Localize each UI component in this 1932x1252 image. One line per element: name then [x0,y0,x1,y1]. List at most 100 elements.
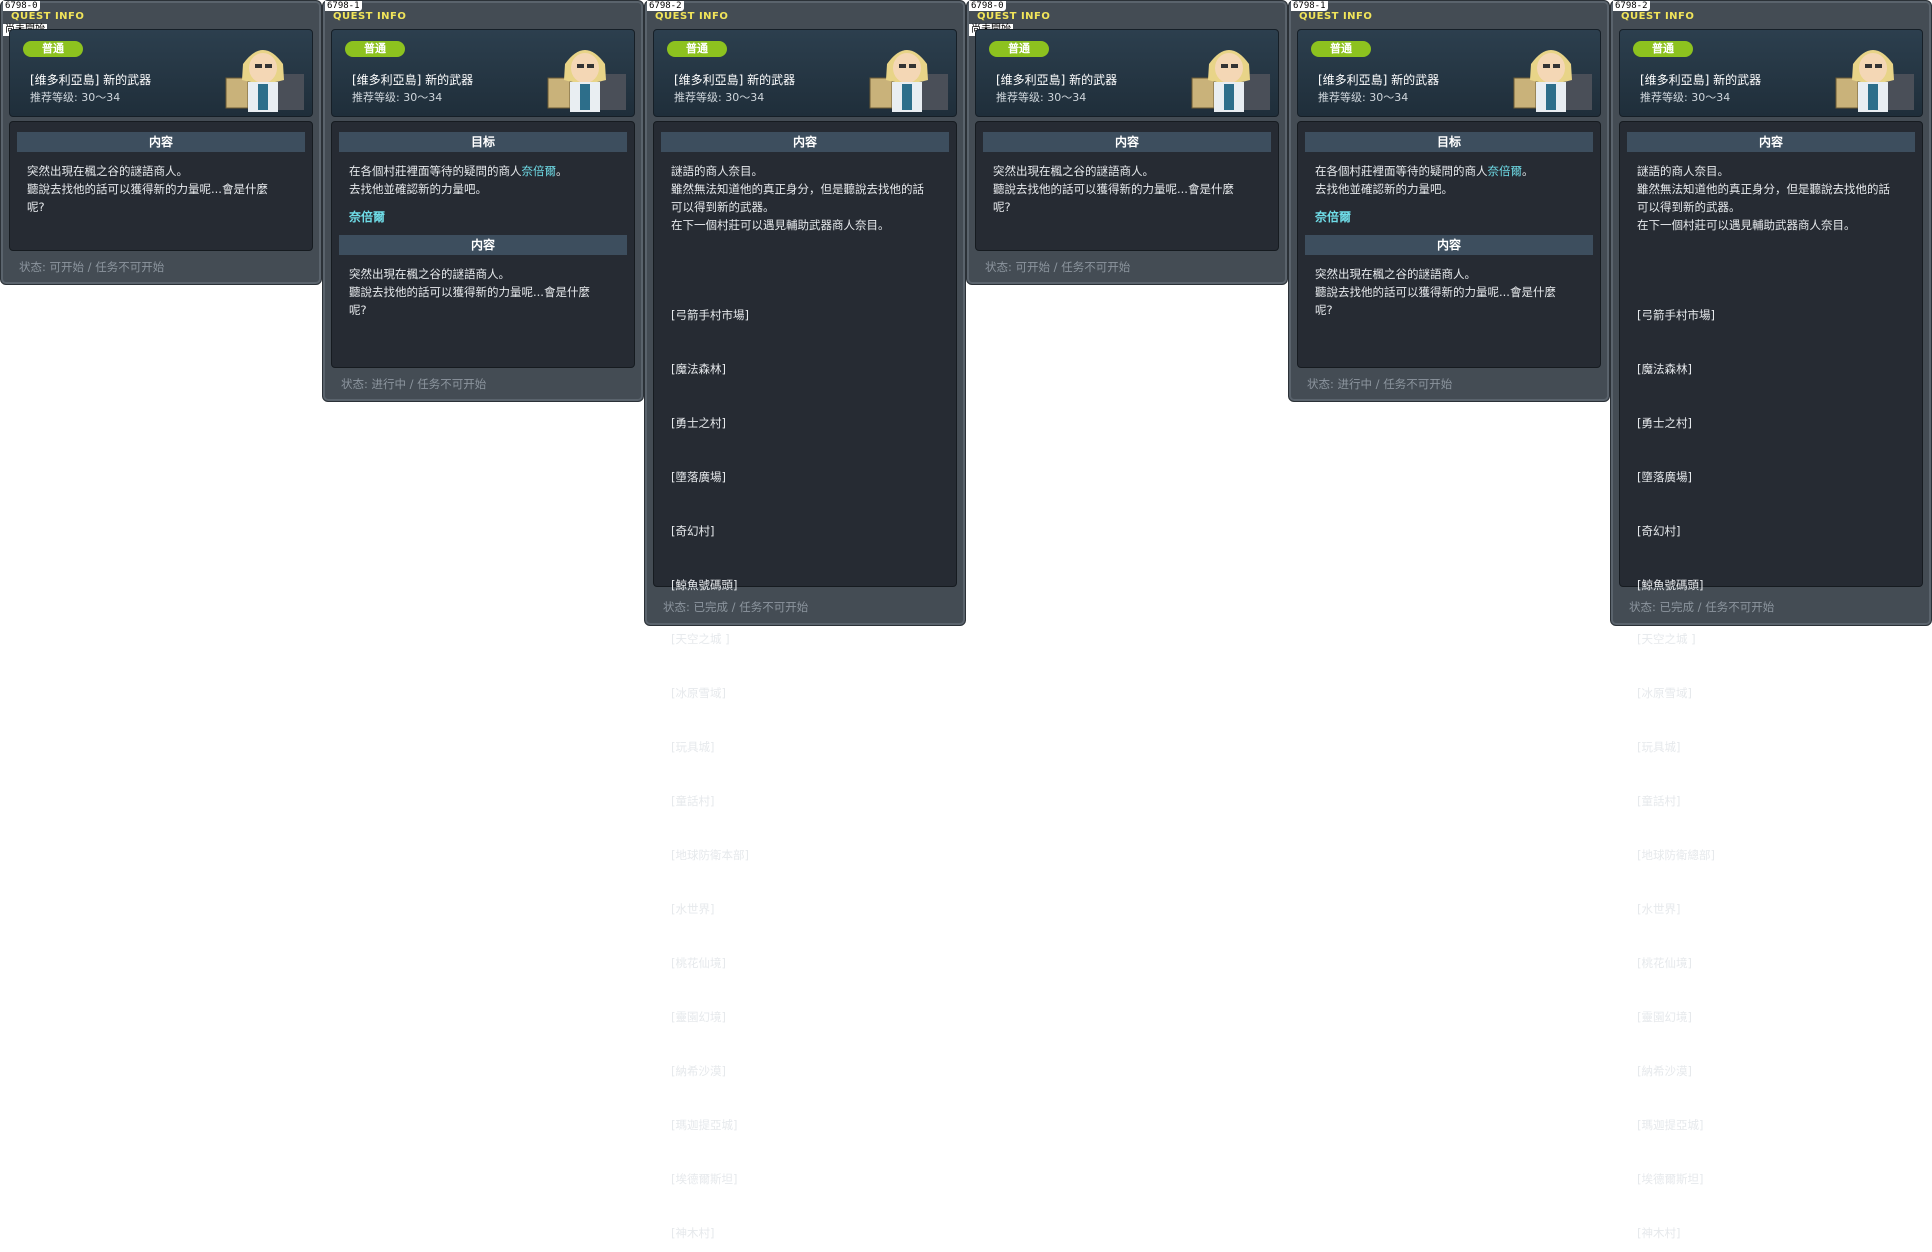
quest-body: 内容 突然出現在楓之谷的謎語商人。 聽說去找他的話可以獲得新的力量呢...會是什… [975,121,1279,251]
section-header-content: 内容 [1305,235,1593,255]
town-item: [鯨魚號碼頭] [671,578,738,592]
town-item: [弓箭手村市場] [671,308,749,322]
difficulty-badge: 普通 [1633,41,1693,57]
npc-link[interactable]: 奈倍爾 [522,164,557,178]
section-header-content: 内容 [1627,132,1915,152]
quest-description: 突然出現在楓之谷的謎語商人。 聽說去找他的話可以獲得新的力量呢...會是什麼 呢… [993,164,1234,214]
quest-id: 6798-2 [647,1,684,11]
panel-title: QUEST INFO [333,11,407,22]
npc-link[interactable]: 奈倍爾 [1488,164,1523,178]
goal-text: 在各個村莊裡面等待的疑問的商人 [349,164,522,178]
town-item: [勇士之村] [671,416,726,430]
recommended-level: 推荐等级: 30～34 [1318,91,1409,104]
difficulty-badge: 普通 [989,41,1049,57]
quest-name: [维多利亞島] 新的武器 [674,73,796,87]
section-header-content: 内容 [661,132,949,152]
town-item: [冰原雪域] [1637,686,1692,700]
quest-info-panel: 6798-2 QUEST INFO 普通 [维多利亞島] 新的武器 推荐等级: … [1610,0,1932,1240]
npc-portrait-icon [225,50,304,112]
difficulty-badge: 普通 [23,41,83,57]
difficulty-badge: 普通 [1311,41,1371,57]
quest-header: 普通 [维多利亞島] 新的武器 推荐等级: 30～34 [975,29,1279,117]
town-item: [靈園幻境] [1637,1010,1692,1024]
town-item: [納希沙漠] [671,1064,726,1078]
quest-name: [维多利亞島] 新的武器 [996,73,1118,87]
town-list: [弓箭手村市場] [魔法森林] [勇士之村] [墮落廣場] [奇幻村] [鯨魚號… [654,234,956,1252]
recommended-level: 推荐等级: 30～34 [30,91,121,104]
quest-status: 状态: 进行中 / 任务不可开始 [341,377,487,391]
town-item: [地球防衛本部] [671,848,749,862]
quest-description: 謎語的商人奈目。 雖然無法知道他的真正身分，但是聽說去找他的話 可以得到新的武器… [1637,164,1890,232]
quest-header: 普通 [维多利亞島] 新的武器 推荐等级: 30～34 [9,29,313,117]
quest-id: 6798-0 [3,1,40,11]
quest-goal: 在各個村莊裡面等待的疑問的商人奈倍爾。 去找他並確認新的力量吧。 [332,158,634,198]
quest-description: 突然出現在楓之谷的謎語商人。 聽說去找他的話可以獲得新的力量呢...會是什麼 呢… [1315,267,1556,317]
town-item: [埃德爾斯坦] [1637,1172,1704,1186]
town-item: [墮落廣場] [1637,470,1692,484]
recommended-level: 推荐等级: 30～34 [1640,91,1731,104]
quest-body: 内容 突然出現在楓之谷的謎語商人。 聽說去找他的話可以獲得新的力量呢...會是什… [9,121,313,251]
town-item: [神木村] [1637,1226,1681,1240]
panel-title: QUEST INFO [655,11,729,22]
npc-portrait-icon [1513,50,1592,112]
difficulty-badge: 普通 [345,41,405,57]
quest-status: 状态: 进行中 / 任务不可开始 [1307,377,1453,391]
quest-info-panel: 6798-1 QUEST INFO 普通 [维多利亞島] 新的武器 推荐等级: … [322,0,644,402]
town-item: [玩具城] [671,740,715,754]
town-item: [桃花仙境] [1637,956,1692,970]
quest-goal: 在各個村莊裡面等待的疑問的商人奈倍爾。 去找他並確認新的力量吧。 [1298,158,1600,198]
town-item: [水世界] [671,902,715,916]
quest-body: 内容 謎語的商人奈目。 雖然無法知道他的真正身分，但是聽說去找他的話 可以得到新… [653,121,957,1240]
town-item: [地球防衛總部] [1637,848,1715,862]
npc-name[interactable]: 奈倍爾 [332,198,634,225]
town-item: [玩具城] [1637,740,1681,754]
quest-header: 普通 [维多利亞島] 新的武器 推荐等级: 30～34 [653,29,957,117]
town-item: [童話村] [1637,794,1681,808]
town-item: [魔法森林] [671,362,726,376]
quest-name: [维多利亞島] 新的武器 [1318,73,1440,87]
quest-description: 突然出現在楓之谷的謎語商人。 聽說去找他的話可以獲得新的力量呢...會是什麼 呢… [349,267,590,317]
quest-header: 普通 [维多利亞島] 新的武器 推荐等级: 30～34 [1297,29,1601,117]
town-item: [天空之城 ] [671,632,730,646]
section-header-goal: 目标 [1305,132,1593,152]
quest-description: 突然出現在楓之谷的謎語商人。 聽說去找他的話可以獲得新的力量呢...會是什麼 呢… [27,164,268,214]
npc-portrait-icon [1191,50,1270,112]
town-item: [瑪迦提亞城] [1637,1118,1704,1132]
quest-body: 目标 在各個村莊裡面等待的疑問的商人奈倍爾。 去找他並確認新的力量吧。 奈倍爾 … [1297,121,1601,368]
town-item: [靈園幻境] [671,1010,726,1024]
quest-info-panel: 6798-0 QUEST INFO 尚未開始 普通 [维多利亞島] 新的武器 推… [0,0,322,285]
npc-portrait-icon [869,50,948,112]
panel-title: QUEST INFO [977,11,1051,22]
panel-title: QUEST INFO [1621,11,1695,22]
quest-id: 6798-1 [1291,1,1328,11]
section-header-content: 内容 [983,132,1271,152]
quest-id: 6798-0 [969,1,1006,11]
town-item: [埃德爾斯坦] [671,1172,738,1186]
difficulty-badge: 普通 [667,41,727,57]
npc-name[interactable]: 奈倍爾 [1298,198,1600,225]
quest-status: 状态: 已完成 / 任务不可开始 [663,600,809,614]
town-item: [納希沙漠] [1637,1064,1692,1078]
quest-header: 普通 [维多利亞島] 新的武器 推荐等级: 30～34 [1619,29,1923,117]
recommended-level: 推荐等级: 30～34 [674,91,765,104]
quest-info-panel: 6798-2 QUEST INFO 普通 [维多利亞島] 新的武器 推荐等级: … [644,0,966,1240]
quest-name: [维多利亞島] 新的武器 [352,73,474,87]
town-list: [弓箭手村市場] [魔法森林] [勇士之村] [墮落廣場] [奇幻村] [鯨魚號… [1620,234,1922,1252]
town-item: [童話村] [671,794,715,808]
quest-id: 6798-2 [1613,1,1650,11]
section-header-content: 内容 [17,132,305,152]
town-item: [神木村] [671,1226,715,1240]
section-header-content: 内容 [339,235,627,255]
town-item: [鯨魚號碼頭] [1637,578,1704,592]
town-item: [魔法森林] [1637,362,1692,376]
town-item: [弓箭手村市場] [1637,308,1715,322]
quest-info-panel: 6798-0 QUEST INFO 尚未開始 普通 [维多利亞島] 新的武器 推… [966,0,1288,285]
goal-text: 在各個村莊裡面等待的疑問的商人 [1315,164,1488,178]
section-header-goal: 目标 [339,132,627,152]
quest-status: 状态: 已完成 / 任务不可开始 [1629,600,1775,614]
quest-description: 謎語的商人奈目。 雖然無法知道他的真正身分，但是聽說去找他的話 可以得到新的武器… [671,164,924,232]
npc-portrait-icon [1835,50,1914,112]
town-item: [冰原雪域] [671,686,726,700]
panel-title: QUEST INFO [1299,11,1373,22]
quest-status: 状态: 可开始 / 任务不可开始 [985,260,1131,274]
